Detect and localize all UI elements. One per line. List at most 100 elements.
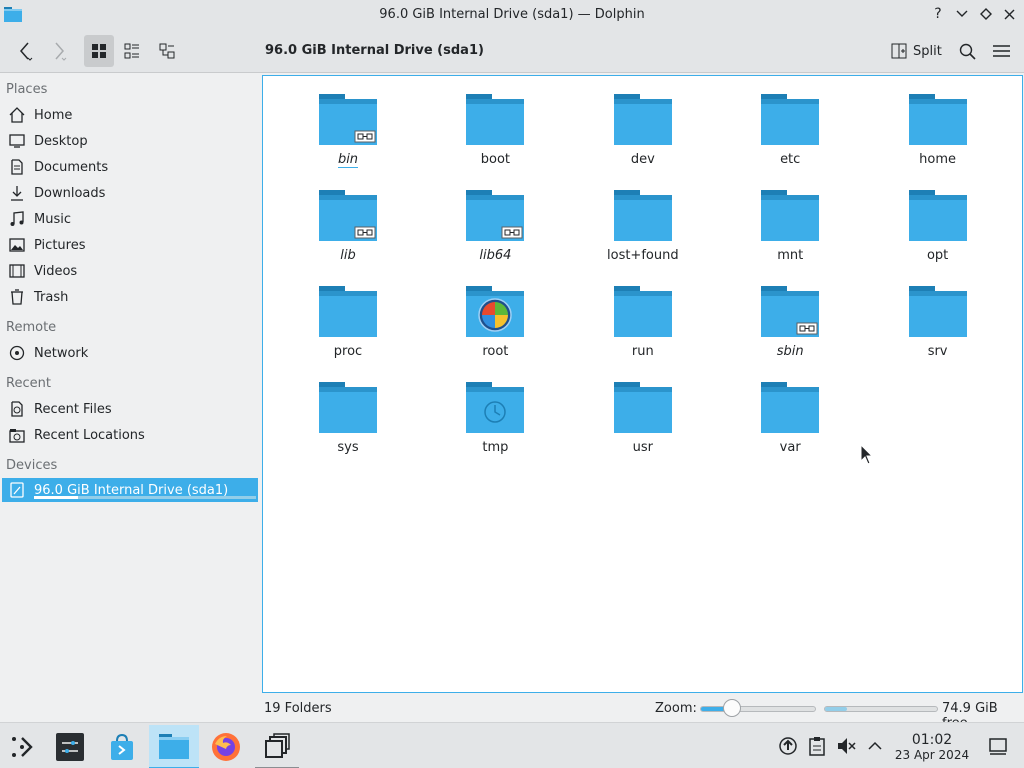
close-button[interactable] <box>998 4 1020 24</box>
folder-item[interactable]: proc <box>283 268 413 360</box>
folder-name: bin <box>337 152 359 168</box>
compact-view-button[interactable] <box>117 35 147 67</box>
folder-item[interactable]: mnt <box>725 172 855 264</box>
sidebar-item-label: Desktop <box>34 133 88 149</box>
maximize-icon <box>980 8 992 20</box>
recent-section-title: Recent <box>6 376 51 391</box>
back-button[interactable] <box>10 35 40 67</box>
sidebar-item-label: Recent Locations <box>34 427 145 443</box>
folder-item[interactable]: tmp <box>430 364 560 456</box>
folder-item[interactable]: dev <box>578 76 708 168</box>
icons-view-button[interactable] <box>84 35 114 67</box>
sidebar-item-internal-drive[interactable]: 96.0 GiB Internal Drive (sda1) <box>2 478 258 502</box>
sidebar-item-downloads[interactable]: Downloads <box>2 181 258 205</box>
folder-item[interactable]: var <box>725 364 855 456</box>
tray-clipboard[interactable] <box>806 735 828 757</box>
tray-expand[interactable] <box>864 735 886 757</box>
folder-icon <box>466 190 525 241</box>
zoom-label: Zoom: <box>655 701 697 716</box>
sidebar-item-recent-locations[interactable]: Recent Locations <box>2 423 258 447</box>
digital-clock[interactable]: 01:02 23 Apr 2024 <box>893 732 971 762</box>
folder-item[interactable]: sbin <box>725 268 855 360</box>
folder-icon <box>613 286 672 337</box>
temp-folder-icon <box>466 382 525 433</box>
sidebar-item-music[interactable]: Music <box>2 207 258 231</box>
update-notifier-icon <box>779 737 797 755</box>
folder-item[interactable]: opt <box>873 172 1003 264</box>
sidebar-item-pictures[interactable]: Pictures <box>2 233 258 257</box>
location-bar[interactable]: 96.0 GiB Internal Drive (sda1) <box>265 43 484 58</box>
drive-icon <box>8 481 26 499</box>
zoom-slider[interactable] <box>700 706 816 712</box>
details-view-button[interactable] <box>152 35 182 67</box>
taskbar-system-settings[interactable] <box>48 725 92 768</box>
sidebar-item-network[interactable]: Network <box>2 341 258 365</box>
taskbar-firefox[interactable] <box>204 725 248 768</box>
sidebar-item-label: Recent Files <box>34 401 112 417</box>
folder-item[interactable]: run <box>578 268 708 360</box>
zoom-slider-handle[interactable] <box>723 699 742 717</box>
sidebar-item-trash[interactable]: Trash <box>2 285 258 309</box>
sidebar-item-label: Documents <box>34 159 109 175</box>
folder-item[interactable]: root <box>430 268 560 360</box>
home-icon <box>8 106 26 124</box>
tray-updates[interactable] <box>777 735 799 757</box>
folder-item[interactable]: srv <box>873 268 1003 360</box>
folder-icon <box>613 190 672 241</box>
folder-item[interactable]: etc <box>725 76 855 168</box>
menu-button[interactable] <box>986 35 1016 67</box>
folder-item[interactable]: home <box>873 76 1003 168</box>
places-panel: Places Home Desktop Documents Downloads … <box>0 74 262 718</box>
folder-item[interactable]: sys <box>283 364 413 456</box>
taskbar-dolphin[interactable] <box>149 725 199 768</box>
main-toolbar: 96.0 GiB Internal Drive (sda1) Split <box>0 29 1024 73</box>
sidebar-item-documents[interactable]: Documents <box>2 155 258 179</box>
back-arrow-icon <box>20 42 33 61</box>
folder-name: proc <box>333 344 363 359</box>
taskbar-window-switcher[interactable] <box>255 725 299 768</box>
drive-capacity-bar <box>34 496 256 499</box>
folder-name: usr <box>632 440 653 455</box>
application-launcher[interactable] <box>0 725 44 768</box>
windows-icon <box>265 733 290 758</box>
dolphin-app-icon <box>4 7 22 22</box>
music-icon <box>8 210 26 228</box>
folder-item[interactable]: lib <box>283 172 413 264</box>
search-button[interactable] <box>952 35 982 67</box>
folder-name: mnt <box>777 248 804 263</box>
firefox-icon <box>212 733 240 761</box>
sidebar-item-desktop[interactable]: Desktop <box>2 129 258 153</box>
sidebar-item-videos[interactable]: Videos <box>2 259 258 283</box>
folder-item[interactable]: boot <box>430 76 560 168</box>
tray-volume[interactable] <box>835 735 857 757</box>
folder-icon <box>908 190 967 241</box>
free-space-bar[interactable] <box>824 706 938 712</box>
folder-item[interactable]: lost+found <box>578 172 708 264</box>
file-view[interactable]: bin boot dev etc home lib lib64 lost+found mnt op… <box>262 75 1023 693</box>
discover-store-icon <box>111 733 133 760</box>
maximize-button[interactable] <box>975 4 997 24</box>
folder-icon <box>761 382 820 433</box>
folder-item[interactable]: bin <box>283 76 413 168</box>
folder-icon <box>319 94 377 145</box>
forward-button[interactable] <box>44 35 74 67</box>
folder-icon <box>761 94 820 145</box>
folder-item[interactable]: lib64 <box>430 172 560 264</box>
folder-item[interactable]: usr <box>578 364 708 456</box>
folder-icon <box>761 190 820 241</box>
sidebar-item-recent-files[interactable]: Recent Files <box>2 397 258 421</box>
forward-arrow-icon <box>55 42 67 61</box>
folder-count: 19 Folders <box>264 701 332 716</box>
trash-icon <box>8 288 26 306</box>
help-button[interactable]: ? <box>927 4 949 24</box>
split-button[interactable]: Split <box>888 37 946 65</box>
sidebar-item-home[interactable]: Home <box>2 103 258 127</box>
taskbar-discover[interactable] <box>100 725 144 768</box>
folder-icon <box>613 382 672 433</box>
hamburger-menu-icon <box>992 45 1010 57</box>
show-desktop-button[interactable] <box>987 735 1009 757</box>
mouse-cursor-icon <box>860 444 874 465</box>
minimize-button[interactable] <box>951 4 973 24</box>
drive-capacity-fill <box>34 496 79 499</box>
dolphin-folder-icon <box>159 734 189 759</box>
